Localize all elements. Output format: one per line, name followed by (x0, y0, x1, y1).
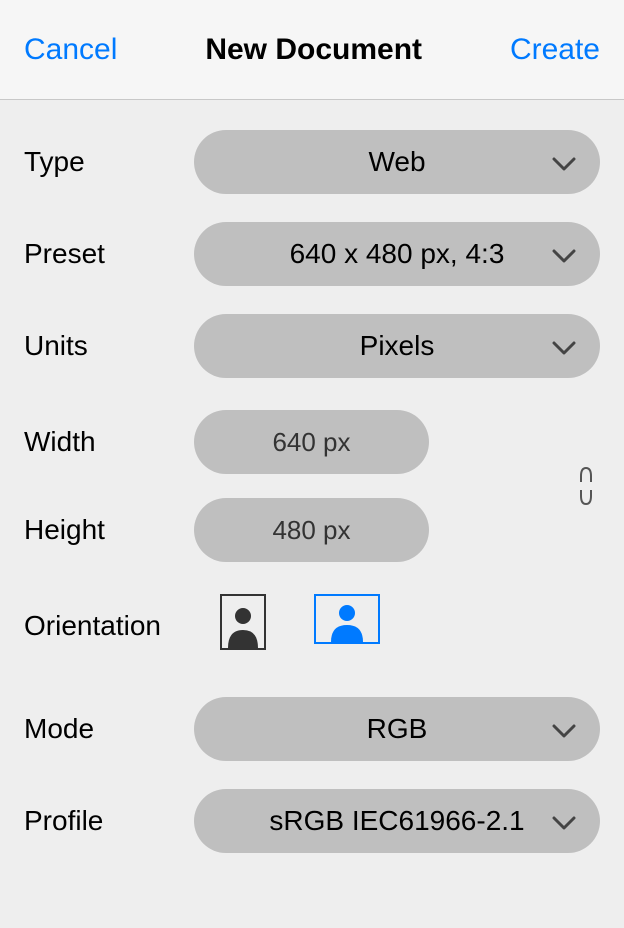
type-dropdown[interactable]: Web (194, 130, 600, 194)
portrait-icon (220, 594, 266, 650)
header-bar: Cancel New Document Create (0, 0, 624, 100)
landscape-icon (314, 594, 380, 644)
width-value: 640 px (272, 427, 350, 458)
profile-dropdown[interactable]: sRGB IEC61966-2.1 (194, 789, 600, 853)
create-button[interactable]: Create (510, 33, 600, 67)
units-value: Pixels (360, 330, 435, 362)
type-value: Web (368, 146, 425, 178)
orientation-landscape-button[interactable] (314, 594, 380, 657)
units-label: Units (24, 330, 194, 362)
profile-label: Profile (24, 805, 194, 837)
units-row: Units Pixels (24, 314, 600, 378)
type-row: Type Web (24, 130, 600, 194)
preset-row: Preset 640 x 480 px, 4:3 (24, 222, 600, 286)
mode-row: Mode RGB (24, 697, 600, 761)
mode-dropdown[interactable]: RGB (194, 697, 600, 761)
chevron-down-icon (552, 146, 576, 178)
chevron-down-icon (552, 238, 576, 270)
height-input[interactable]: 480 px (194, 498, 429, 562)
preset-value: 640 x 480 px, 4:3 (290, 238, 505, 270)
orientation-label: Orientation (24, 610, 194, 642)
orientation-portrait-button[interactable] (220, 594, 266, 657)
preset-dropdown[interactable]: 640 x 480 px, 4:3 (194, 222, 600, 286)
width-label: Width (24, 426, 194, 458)
units-dropdown[interactable]: Pixels (194, 314, 600, 378)
cancel-button[interactable]: Cancel (24, 33, 117, 67)
width-row: Width 640 px (24, 410, 558, 474)
chevron-down-icon (552, 805, 576, 837)
link-dimensions-icon[interactable] (572, 464, 600, 508)
height-row: Height 480 px (24, 498, 558, 562)
profile-value: sRGB IEC61966-2.1 (269, 805, 524, 837)
chevron-down-icon (552, 713, 576, 745)
mode-value: RGB (367, 713, 428, 745)
height-label: Height (24, 514, 194, 546)
type-label: Type (24, 146, 194, 178)
preset-label: Preset (24, 238, 194, 270)
height-value: 480 px (272, 515, 350, 546)
profile-row: Profile sRGB IEC61966-2.1 (24, 789, 600, 853)
chevron-down-icon (552, 330, 576, 362)
page-title: New Document (205, 33, 422, 67)
mode-label: Mode (24, 713, 194, 745)
dimensions-block: Width 640 px Height 480 px (24, 410, 600, 562)
orientation-row: Orientation (24, 594, 600, 657)
form-content: Type Web Preset 640 x 480 px, 4:3 Units … (0, 100, 624, 853)
width-input[interactable]: 640 px (194, 410, 429, 474)
